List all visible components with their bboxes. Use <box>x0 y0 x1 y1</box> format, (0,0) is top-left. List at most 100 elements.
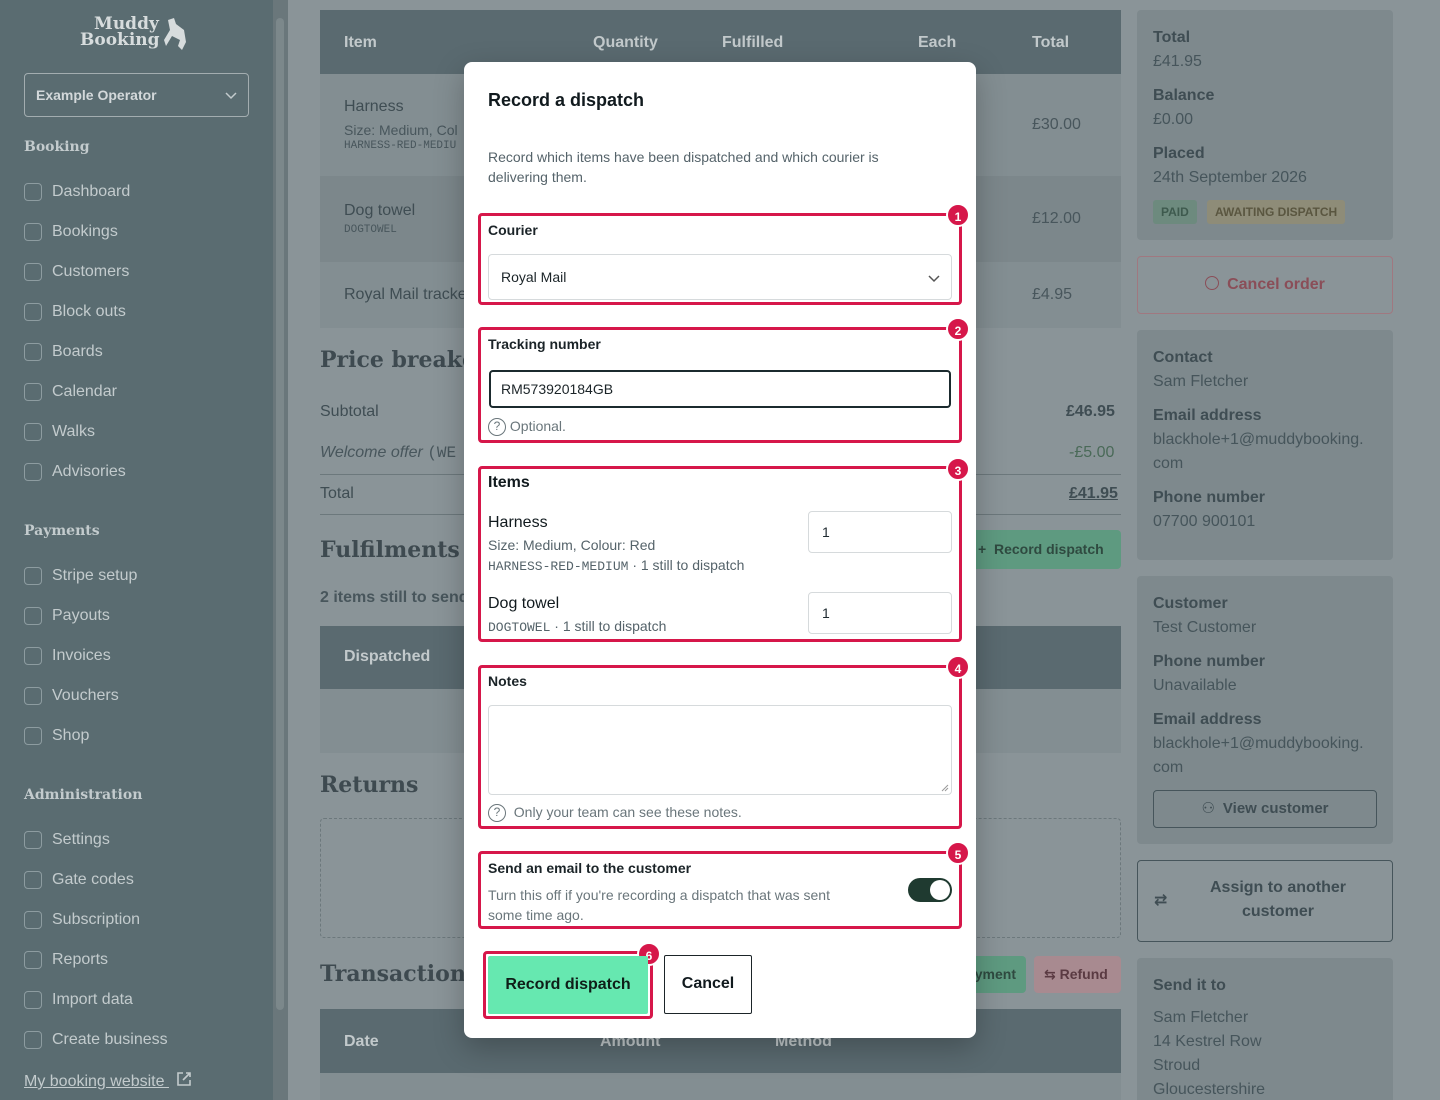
summary-total-label: Total <box>1153 29 1191 46</box>
sidebar-item-settings[interactable]: Settings <box>24 828 110 852</box>
cancel-order-button[interactable]: Cancel order <box>1137 256 1393 314</box>
contact-card: Contact Sam Fletcher Email address black… <box>1137 330 1393 560</box>
view-customer-button[interactable]: ⚇ View customer <box>1153 790 1377 828</box>
booking-website-link[interactable]: My booking website <box>24 1070 193 1091</box>
email-help: Turn this off if you're recording a disp… <box>488 885 830 925</box>
summary-total: £41.95 <box>1153 53 1202 70</box>
refund-button[interactable]: ⇆ Refund <box>1034 956 1121 993</box>
customer-email-line1: blackhole+1@muddybooking. <box>1153 735 1364 752</box>
sidebar-item-customers[interactable]: Customers <box>24 260 129 284</box>
item-name: Harness <box>488 514 548 531</box>
sidebar-item-boards[interactable]: Boards <box>24 340 103 364</box>
payouts-icon <box>24 607 42 625</box>
user-icon: ⚇ <box>1201 800 1215 817</box>
sidebar-item-shop[interactable]: Shop <box>24 724 89 748</box>
record-dispatch-dialog: Record a dispatch Record which items hav… <box>464 62 976 1038</box>
col-fulfilled: Fulfilled <box>722 34 784 51</box>
record-dispatch-button[interactable]: Record dispatch <box>488 956 648 1014</box>
item-total: £30.00 <box>1032 116 1081 133</box>
block-outs-icon <box>24 303 42 321</box>
item-sku: DOGTOWEL <box>488 620 551 635</box>
email-toggle[interactable] <box>908 878 952 902</box>
courier-select[interactable]: Royal Mail <box>488 254 952 300</box>
external-link-icon <box>177 1072 191 1086</box>
contact-phone: 07700 900101 <box>1153 513 1256 530</box>
section-administration: Administration <box>24 787 143 803</box>
offer-code: (WE <box>427 444 457 462</box>
tracking-label: Tracking number <box>488 336 601 352</box>
sidebar-item-create-business[interactable]: Create business <box>24 1028 168 1052</box>
contact-label: Contact <box>1153 349 1213 366</box>
notes-label: Notes <box>488 673 527 689</box>
chevron-down-icon <box>928 275 940 283</box>
logo[interactable]: Muddy Booking <box>80 16 195 56</box>
sidebar-item-calendar[interactable]: Calendar <box>24 380 117 404</box>
address-line: Sam Fletcher <box>1153 1009 1249 1026</box>
sidebar-item-dashboard[interactable]: Dashboard <box>24 180 130 204</box>
import-data-icon <box>24 991 42 1009</box>
chevron-down-icon <box>225 92 237 100</box>
tracking-input[interactable]: RM573920184GB <box>489 370 951 408</box>
courier-select-value: Royal Mail <box>501 269 567 285</box>
item-name: Dog towel <box>344 202 416 219</box>
paid-badge: PAID <box>1153 200 1197 224</box>
sidebar-item-label: Advisories <box>52 463 126 480</box>
quantity-input[interactable]: 1 <box>808 511 952 553</box>
operator-select[interactable]: Example Operator <box>24 73 249 117</box>
scrollbar-thumb[interactable] <box>276 18 284 1010</box>
col-each: Each <box>918 34 957 51</box>
record-dispatch-button-bg[interactable]: + Record dispatch <box>966 530 1121 569</box>
cancel-button[interactable]: Cancel <box>664 955 752 1014</box>
booking-website-label: My booking website <box>24 1073 165 1090</box>
item-sku-line: DOGTOWEL · 1 still to dispatch <box>488 618 666 635</box>
item-sku: DOGTOWEL <box>344 224 397 236</box>
sidebar-item-block-outs[interactable]: Block outs <box>24 300 126 324</box>
assign-line1: Assign to another <box>1209 879 1346 896</box>
item-detail: Size: Medium, Col <box>344 122 458 138</box>
customer-label: Customer <box>1153 595 1228 612</box>
resize-handle-icon[interactable] <box>941 784 949 792</box>
tracking-help: ? Optional. <box>488 418 566 437</box>
notes-help: ? Only your team can see these notes. <box>488 804 742 823</box>
item-remaining: · 1 still to dispatch <box>550 618 667 634</box>
sidebar-item-invoices[interactable]: Invoices <box>24 644 111 668</box>
refund-label: Refund <box>1059 966 1108 982</box>
assign-customer-button[interactable]: ⇄ Assign to another customer <box>1137 860 1393 942</box>
sidebar-item-stripe-setup[interactable]: Stripe setup <box>24 564 137 588</box>
sidebar-item-payouts[interactable]: Payouts <box>24 604 110 628</box>
sidebar-item-advisories[interactable]: Advisories <box>24 460 126 484</box>
sidebar-item-import-data[interactable]: Import data <box>24 988 133 1012</box>
step-badge-2: 2 <box>946 317 970 341</box>
sidebar-scrollbar[interactable] <box>273 0 288 1100</box>
sidebar-item-gate-codes[interactable]: Gate codes <box>24 868 134 892</box>
notes-textarea[interactable] <box>488 705 952 795</box>
quantity-input[interactable]: 1 <box>808 592 952 634</box>
customer-name: Test Customer <box>1153 619 1257 636</box>
sidebar-item-label: Boards <box>52 343 103 360</box>
sidebar-item-label: Block outs <box>52 303 126 320</box>
quantity-value: 1 <box>822 605 830 621</box>
description-line2: delivering them. <box>488 169 587 185</box>
question-icon: ? <box>488 418 506 437</box>
notes-help-text: Only your team can see these notes. <box>513 804 742 820</box>
transactions-heading: Transaction <box>320 961 466 987</box>
status-badge: AWAITING DISPATCH <box>1207 200 1346 224</box>
sidebar-item-label: Customers <box>52 263 130 280</box>
sidebar-item-vouchers[interactable]: Vouchers <box>24 684 119 708</box>
items-label: Items <box>488 474 530 491</box>
sidebar-item-reports[interactable]: Reports <box>24 948 108 972</box>
col-item: Item <box>344 34 377 51</box>
returns-heading: Returns <box>320 772 419 798</box>
col-quantity: Quantity <box>593 34 658 51</box>
sidebar-item-label: Calendar <box>52 383 117 400</box>
invoices-icon <box>24 647 42 665</box>
item-detail: Size: Medium, Colour: Red <box>488 537 656 553</box>
item-name: Royal Mail tracke <box>344 286 467 303</box>
step-badge-5: 5 <box>946 841 970 865</box>
sidebar-item-bookings[interactable]: Bookings <box>24 220 118 244</box>
refund-icon: ⇆ <box>1044 966 1056 982</box>
dialog-title: Record a dispatch <box>488 90 645 110</box>
total-label: Total <box>320 485 354 502</box>
sidebar-item-walks[interactable]: Walks <box>24 420 95 444</box>
sidebar-item-subscription[interactable]: Subscription <box>24 908 140 932</box>
